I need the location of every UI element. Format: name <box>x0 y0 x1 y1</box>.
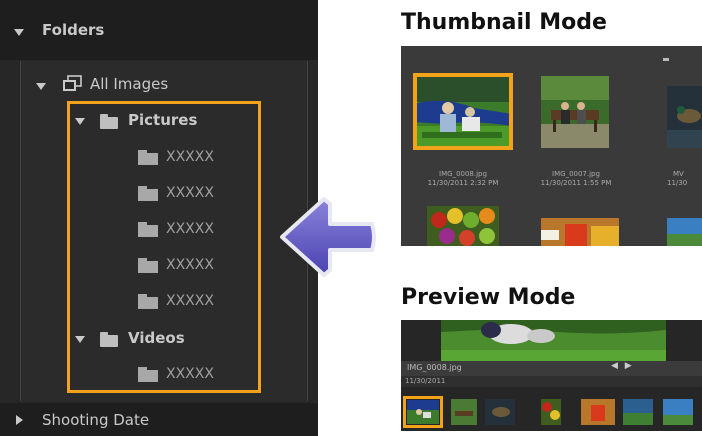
folders-header-label: Folders <box>42 21 105 39</box>
selection-highlight-box <box>67 101 261 393</box>
thumbnail-mode-title: Thumbnail Mode <box>401 10 607 35</box>
preview-date: 11/30/2011 <box>405 377 446 385</box>
filmstrip-image <box>485 399 515 425</box>
all-images-label: All Images <box>90 75 169 93</box>
thumbnail-item[interactable] <box>413 73 513 150</box>
thumbnail-date: 11/30 <box>667 179 688 187</box>
thumbnail-image <box>667 218 702 246</box>
left-arrow-icon <box>280 197 376 277</box>
preview-date-bar: 11/30/2011 <box>401 376 702 387</box>
thumbnail-date: 11/30/2011 1:55 PM <box>540 179 612 187</box>
filmstrip-image <box>623 399 653 425</box>
thumbnail-filename: IMG_0008.jpg <box>439 170 487 178</box>
thumbnail-mode-panel: IMG_0008.jpg 11/30/2011 2:32 PM IMG_0007… <box>401 46 702 246</box>
all-images-icon <box>62 75 82 93</box>
preview-mode-panel: IMG_0008.jpg ◀ ▶ 11/30/2011 <box>401 320 702 431</box>
collapsed-triangle-icon[interactable] <box>16 415 23 425</box>
preview-filename: IMG_0008.jpg <box>407 363 462 372</box>
thumbnail-item[interactable] <box>541 76 609 148</box>
thumbnail-filename: MV <box>673 170 684 178</box>
selected-thumbnail-frame <box>413 73 513 150</box>
thumbnail-filename: IMG_0007.jpg <box>552 170 600 178</box>
filmstrip-image <box>581 399 615 425</box>
thumbnail-image <box>541 218 619 246</box>
thumbnail-caption: MV 11/30 <box>659 170 699 188</box>
expand-triangle-icon[interactable] <box>14 29 24 36</box>
thumbnail-item[interactable] <box>541 218 619 246</box>
folders-section-header[interactable]: Folders <box>0 0 318 60</box>
filmstrip-item[interactable] <box>663 399 693 425</box>
preview-mode-title: Preview Mode <box>401 285 576 310</box>
thumbnail-item[interactable] <box>667 86 702 148</box>
filmstrip-item[interactable] <box>485 399 515 425</box>
preview-info-bar: IMG_0008.jpg ◀ ▶ <box>401 361 702 376</box>
filmstrip-item[interactable] <box>451 399 477 425</box>
filmstrip-image <box>663 399 693 425</box>
thumbnail-image <box>427 206 499 246</box>
filmstrip-item[interactable] <box>541 399 561 425</box>
thumbnail-item[interactable] <box>427 206 499 246</box>
thumbnail-date: 11/30/2011 2:32 PM <box>427 179 499 187</box>
filmstrip-image <box>451 399 477 425</box>
thumbnail-image <box>541 76 609 148</box>
filmstrip-image <box>541 399 561 425</box>
thumbnail-item[interactable] <box>667 218 702 246</box>
preview-image <box>441 320 666 361</box>
view-indicator-icon <box>663 58 669 61</box>
expand-triangle-icon[interactable] <box>36 83 46 90</box>
preview-nav-arrows-icon[interactable]: ◀ ▶ <box>611 361 634 371</box>
selected-filmstrip-frame <box>403 396 443 428</box>
thumbnail-image <box>667 86 702 148</box>
thumbnail-caption: IMG_0008.jpg 11/30/2011 2:32 PM <box>405 170 521 188</box>
filmstrip-item[interactable] <box>581 399 615 425</box>
shooting-date-section-header[interactable]: Shooting Date <box>0 403 318 436</box>
folder-tree-panel: Folders All Images Pictures XXXXX XXXXX … <box>0 0 318 436</box>
shooting-date-label: Shooting Date <box>42 411 150 429</box>
filmstrip-item[interactable] <box>623 399 653 425</box>
thumbnail-caption: IMG_0007.jpg 11/30/2011 1:55 PM <box>521 170 631 188</box>
